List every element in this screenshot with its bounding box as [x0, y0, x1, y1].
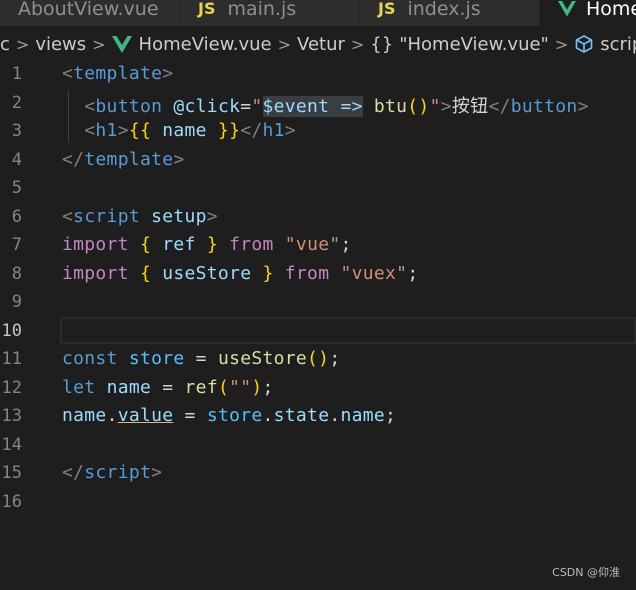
braces-icon: {} [370, 33, 394, 55]
chevron-right-icon: > [92, 34, 106, 54]
line-number: 12 [1, 377, 22, 398]
cube-icon [574, 34, 594, 54]
code-line[interactable]: 8 import { useStore } from "vuex"; [0, 260, 636, 289]
tab-label: index.js [407, 0, 481, 20]
line-content: let name = ref(""); [62, 376, 274, 398]
js-icon: JS [198, 0, 216, 18]
tab-label: main.js [227, 0, 297, 20]
chevron-right-icon: > [350, 34, 365, 54]
line-content: </script> [62, 462, 163, 483]
line-number: 8 [11, 263, 22, 284]
code-line[interactable]: 7 import { ref } from "vue"; [0, 231, 636, 260]
line-content: const store = useStore(); [62, 348, 341, 369]
breadcrumb-language[interactable]: Vetur [297, 34, 345, 55]
tab-index-js[interactable]: JS index.js [360, 0, 540, 26]
code-line[interactable]: 14 [0, 431, 636, 460]
tab-homeview[interactable]: Home [540, 0, 636, 26]
code-line[interactable]: 13 name.value = store.state.name; [0, 402, 636, 431]
line-number: 3 [11, 121, 22, 141]
line-content: </template> [62, 148, 185, 170]
code-line[interactable]: 1 <template> [0, 60, 636, 89]
line-content: import { useStore } from "vuex"; [62, 262, 419, 284]
breadcrumb-file[interactable]: HomeView.vue [139, 34, 272, 55]
line-number: 9 [11, 292, 22, 312]
breadcrumb-root[interactable]: c [0, 34, 10, 55]
line-number: 7 [11, 235, 22, 255]
line-content: import { ref } from "vue"; [62, 234, 352, 255]
line-number: 11 [1, 349, 22, 369]
tab-aboutview[interactable]: AboutView.vue [0, 0, 180, 26]
code-line[interactable]: 12 let name = ref(""); [0, 374, 636, 403]
vue-icon [111, 35, 132, 53]
breadcrumb-component[interactable]: "HomeView.vue" [399, 34, 549, 55]
current-line-highlight [60, 316, 636, 344]
line-content: <button @click="$event => btu()">按钮</but… [84, 95, 589, 117]
line-number: 15 [1, 463, 22, 483]
line-content: <h1>{{ name }}</h1> [84, 120, 296, 141]
code-line[interactable]: 16 [0, 488, 636, 517]
code-line[interactable]: 15 </script> [0, 459, 636, 488]
code-line[interactable]: 2 <button @click="$event => btu()">按钮</b… [0, 89, 636, 118]
js-icon: JS [378, 0, 396, 18]
code-line[interactable]: 9 [0, 288, 636, 317]
breadcrumb-section[interactable]: script [600, 34, 636, 55]
line-content: <template> [62, 63, 174, 84]
line-number: 4 [11, 149, 22, 170]
code-line-current[interactable]: 10 [0, 316, 636, 346]
breadcrumb: c > views > HomeView.vue > Vetur > {} "H… [0, 30, 636, 58]
line-number: 14 [1, 434, 22, 455]
tab-main-js[interactable]: JS main.js [180, 0, 360, 26]
line-number: 6 [11, 206, 22, 227]
breadcrumb-folder[interactable]: views [35, 34, 86, 55]
code-line[interactable]: 5 [0, 174, 636, 203]
line-number: 16 [1, 491, 22, 512]
line-number: 13 [1, 406, 22, 426]
tab-label: AboutView.vue [18, 0, 159, 20]
line-content: name.value = store.state.name; [62, 405, 397, 426]
chevron-right-icon: > [554, 34, 569, 54]
vue-icon [558, 0, 576, 17]
line-number: 1 [11, 64, 22, 84]
line-number: 2 [11, 92, 22, 113]
code-line[interactable]: 6 <script setup> [0, 203, 636, 232]
code-editor[interactable]: 1 <template> 2 <button @click="$event =>… [0, 60, 636, 590]
line-number: 5 [11, 178, 22, 198]
watermark: CSDN @仰淮 [552, 566, 620, 579]
code-line[interactable]: 4 </template> [0, 146, 636, 175]
editor-tab-bar: AboutView.vue JS main.js JS index.js Hom… [0, 0, 636, 26]
line-content: <script setup> [62, 205, 218, 227]
code-line[interactable]: 3 <h1>{{ name }}</h1> [0, 117, 636, 146]
tab-label: Home [586, 0, 636, 20]
chevron-right-icon: > [15, 34, 30, 54]
chevron-right-icon: > [277, 34, 292, 54]
code-line[interactable]: 11 const store = useStore(); [0, 345, 636, 374]
line-number: 10 [1, 320, 22, 341]
